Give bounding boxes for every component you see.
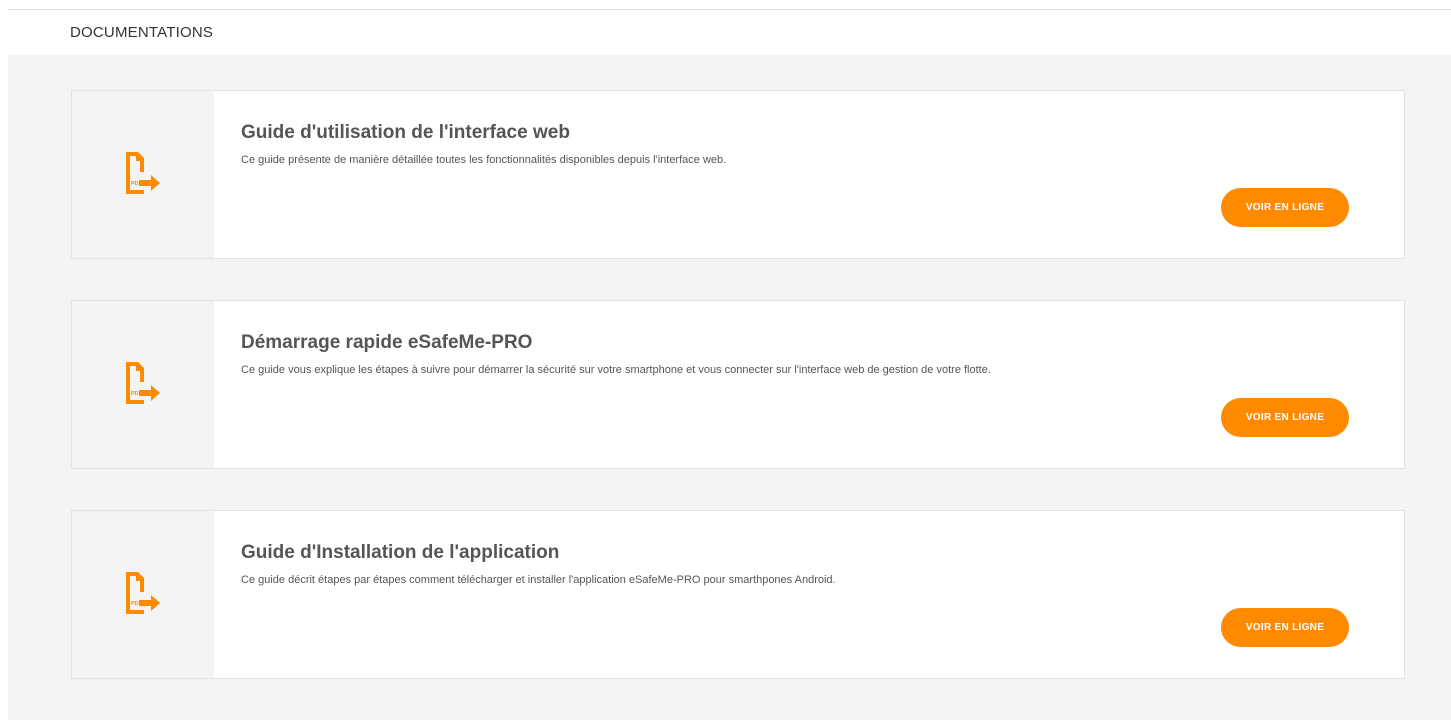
documents-list: PDF Guide d'utilisation de l'interface w…	[8, 55, 1451, 720]
document-title: Démarrage rapide eSafeMe-PRO	[241, 332, 533, 353]
pdf-icon-label: PDF	[131, 601, 143, 607]
document-card: PDF Démarrage rapide eSafeMe-PRO Ce guid…	[71, 300, 1405, 469]
document-icon-cell: PDF	[72, 511, 214, 678]
view-online-button[interactable]: VOIR EN LIGNE	[1221, 398, 1349, 437]
document-description: Ce guide vous explique les étapes à suiv…	[241, 364, 991, 376]
document-card: PDF Guide d'Installation de l'applicatio…	[71, 510, 1405, 679]
pdf-export-icon: PDF	[126, 572, 160, 614]
page-title: DOCUMENTATIONS	[70, 24, 214, 41]
document-icon-cell: PDF	[72, 91, 214, 258]
pdf-icon-label: PDF	[131, 181, 143, 187]
document-description: Ce guide décrit étapes par étapes commen…	[241, 574, 836, 586]
pdf-icon-label: PDF	[131, 391, 143, 397]
document-title: Guide d'Installation de l'application	[241, 542, 560, 563]
pdf-export-icon: PDF	[126, 362, 160, 404]
document-title: Guide d'utilisation de l'interface web	[241, 122, 570, 143]
document-description: Ce guide présente de manière détaillée t…	[241, 154, 727, 166]
view-online-button[interactable]: VOIR EN LIGNE	[1221, 188, 1349, 227]
pdf-export-icon: PDF	[126, 152, 160, 194]
view-online-button[interactable]: VOIR EN LIGNE	[1221, 608, 1349, 647]
document-card: PDF Guide d'utilisation de l'interface w…	[71, 90, 1405, 259]
page-header: DOCUMENTATIONS	[8, 10, 1451, 55]
document-icon-cell: PDF	[72, 301, 214, 468]
